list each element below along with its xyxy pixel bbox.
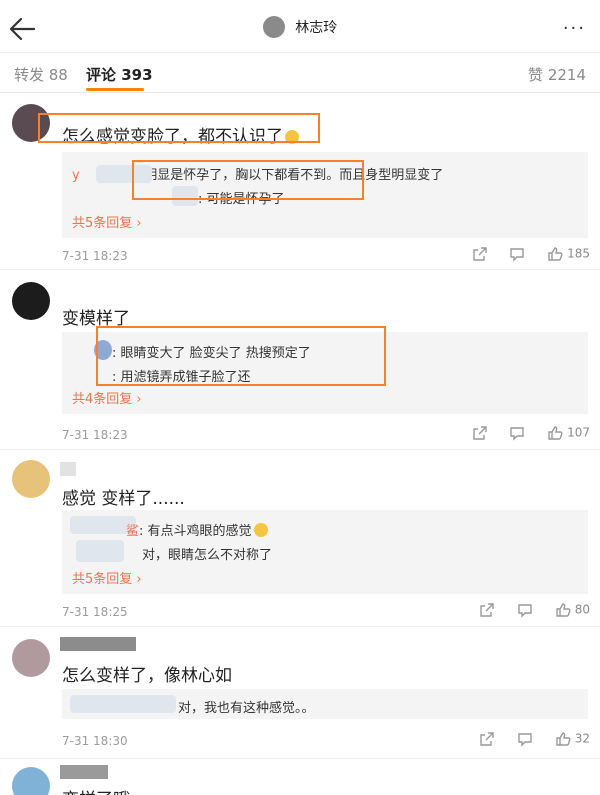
comment-icon[interactable] <box>509 425 525 441</box>
reply-box[interactable]: 对，我也有这种感觉。。 <box>62 689 588 719</box>
reply-line[interactable]: 鲨: 有点斗鸡眼的感觉 <box>126 520 268 539</box>
comment-actions: 32 <box>461 731 590 747</box>
like-count: 80 <box>574 602 590 617</box>
share-icon[interactable] <box>472 246 488 262</box>
like-count: 32 <box>574 731 590 746</box>
reply-line[interactable]: 对，眼睛怎么不对称了 <box>142 544 272 563</box>
comment-icon[interactable] <box>517 731 533 747</box>
thumbs-up-icon <box>556 732 571 746</box>
like-count: 107 <box>567 425 590 440</box>
divider <box>0 52 600 53</box>
more-replies-link[interactable]: 共4条回复 › <box>72 388 142 407</box>
thumbs-up-icon <box>548 247 563 261</box>
header: 林志玲 <box>0 16 600 38</box>
comment-icon[interactable] <box>517 602 533 618</box>
like-button[interactable]: 107 <box>547 425 590 441</box>
thumbs-up-icon <box>556 603 571 617</box>
timestamp: 7-31 18:30 <box>62 734 128 748</box>
share-icon[interactable] <box>479 602 495 618</box>
redacted-name <box>76 540 124 562</box>
divider <box>0 92 600 93</box>
share-icon[interactable] <box>472 425 488 441</box>
top-bar: 林志玲 ··· <box>0 0 600 58</box>
tab-bar: 转发 88 评论 393 赞 2214 <box>0 58 600 92</box>
more-replies-link[interactable]: 共5条回复 › <box>72 212 142 231</box>
comment-actions: 80 <box>461 602 590 618</box>
comment-text: 感觉 变样了...... <box>62 489 185 509</box>
like-count: 185 <box>567 246 590 261</box>
comment-item: 感觉 变样了...... 鲨: 有点斗鸡眼的感觉 对，眼睛怎么不对称了 共5条回… <box>0 450 600 625</box>
reply-box[interactable]: 鲨: 有点斗鸡眼的感觉 对，眼睛怎么不对称了 共5条回复 › <box>62 510 588 594</box>
reply-line[interactable]: 对，我也有这种感觉。。 <box>178 697 315 716</box>
highlight-box <box>132 160 364 200</box>
page-title[interactable]: 林志玲 <box>295 20 337 36</box>
thumbs-up-icon <box>548 426 563 440</box>
comment-text: 怎么变样了，像林心如 <box>62 666 232 686</box>
comment-actions: 107 <box>454 425 590 441</box>
tab-comments[interactable]: 评论 393 <box>86 64 153 85</box>
redacted-username <box>60 765 108 779</box>
comment-icon[interactable] <box>509 246 525 262</box>
share-icon[interactable] <box>479 731 495 747</box>
redacted-username <box>60 462 76 476</box>
like-button[interactable]: 80 <box>555 602 590 618</box>
like-button[interactable]: 32 <box>555 731 590 747</box>
avatar[interactable] <box>12 767 50 795</box>
tab-repost[interactable]: 转发 88 <box>14 64 68 85</box>
redacted-username <box>60 637 136 651</box>
avatar[interactable] <box>12 282 50 320</box>
comment-actions: 185 <box>454 246 590 262</box>
author-avatar[interactable] <box>262 16 285 38</box>
active-tab-indicator <box>86 88 144 91</box>
more-icon[interactable]: ··· <box>563 18 586 39</box>
tab-likes[interactable]: 赞 2214 <box>528 64 586 85</box>
highlight-box <box>96 326 386 386</box>
timestamp: 7-31 18:23 <box>62 428 128 442</box>
comment-item: 变样了哦 <box>0 759 600 795</box>
timestamp: 7-31 18:23 <box>62 249 128 263</box>
highlight-box <box>38 113 320 143</box>
timestamp: 7-31 18:25 <box>62 605 128 619</box>
avatar[interactable] <box>12 639 50 677</box>
avatar[interactable] <box>12 460 50 498</box>
comment-text: 变样了哦 <box>62 785 130 795</box>
emoji-icon <box>253 523 268 537</box>
redacted-name <box>70 695 176 713</box>
comment-item: 怎么变样了，像林心如 对，我也有这种感觉。。 7-31 18:30 32 <box>0 627 600 757</box>
like-button[interactable]: 185 <box>547 246 590 262</box>
more-replies-link[interactable]: 共5条回复 › <box>72 568 142 587</box>
